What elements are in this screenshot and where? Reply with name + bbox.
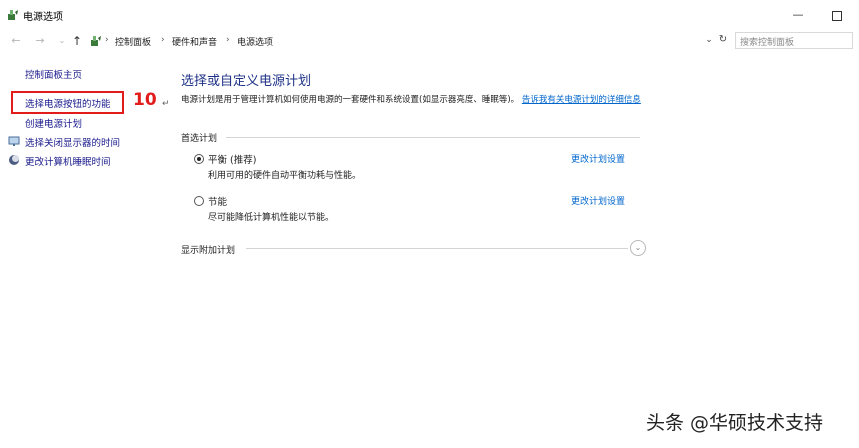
- refresh-button[interactable]: ↻: [717, 33, 729, 47]
- section-divider: [226, 137, 640, 138]
- power-saver-plan-description: 尽可能降低计算机性能以节能。: [208, 213, 335, 223]
- expand-chevron-icon[interactable]: ⌄: [630, 240, 646, 256]
- page-title: 选择或自定义电源计划: [181, 74, 312, 89]
- control-panel-home-link[interactable]: 控制面板主页: [25, 67, 82, 81]
- breadcrumb-separator: ›: [226, 35, 230, 45]
- section-divider: [246, 248, 628, 249]
- balanced-plan-description: 利用可用的硬件自动平衡功耗与性能。: [208, 171, 362, 181]
- power-saver-plan-name[interactable]: 节能: [208, 194, 227, 208]
- breadcrumb-separator: ›: [105, 35, 109, 45]
- up-button[interactable]: ↑: [70, 33, 84, 49]
- maximize-button[interactable]: [826, 5, 846, 25]
- address-dropdown-button[interactable]: ⌄: [703, 33, 715, 47]
- back-button[interactable]: ←: [9, 33, 23, 49]
- balanced-change-settings-link[interactable]: 更改计划设置: [571, 152, 625, 165]
- title-bar: 电源选项 —: [0, 0, 859, 30]
- change-sleep-time-link[interactable]: 更改计算机睡眠时间: [25, 154, 111, 168]
- control-panel-icon: [91, 36, 101, 46]
- minimize-button[interactable]: —: [788, 5, 808, 25]
- forward-button[interactable]: →: [33, 33, 47, 49]
- power-saver-plan-radio[interactable]: [194, 196, 204, 206]
- preferred-plans-label: 首选计划: [181, 134, 218, 144]
- navigation-bar: ← → ⌄ ↑ › 控制面板 › 硬件和声音 › 电源选项: [0, 30, 859, 52]
- show-additional-plans-label[interactable]: 显示附加计划: [181, 243, 235, 256]
- breadcrumb-hardware-sound[interactable]: 硬件和声音: [172, 35, 217, 48]
- choose-power-button-link[interactable]: 选择电源按钮的功能: [25, 96, 111, 110]
- address-bar[interactable]: › 控制面板 › 硬件和声音 › 电源选项: [87, 32, 715, 50]
- breadcrumb-power-options[interactable]: 电源选项: [237, 35, 273, 48]
- monitor-icon: [8, 136, 20, 146]
- learn-more-link[interactable]: 告诉我有关电源计划的详细信息: [522, 95, 641, 105]
- search-placeholder: 搜索控制面板: [740, 38, 795, 48]
- search-input[interactable]: 搜索控制面板: [735, 32, 853, 49]
- breadcrumb-separator: ›: [161, 35, 165, 45]
- watermark-text: 头条 @华硕技术支持: [646, 412, 824, 434]
- step-number-annotation: 10: [133, 90, 157, 110]
- power-options-icon: [8, 10, 18, 20]
- balanced-plan-radio[interactable]: [194, 154, 204, 164]
- choose-display-off-time-link[interactable]: 选择关闭显示器的时间: [25, 135, 120, 149]
- moon-icon: [9, 155, 19, 165]
- power-saver-change-settings-link[interactable]: 更改计划设置: [571, 194, 625, 207]
- plan-description: 电源计划是用于管理计算机如何使用电源的一套硬件和系统设置(如显示器亮度、睡眠等)…: [181, 94, 641, 106]
- breadcrumb-control-panel[interactable]: 控制面板: [115, 35, 151, 48]
- recent-locations-button[interactable]: ⌄: [55, 33, 69, 49]
- create-power-plan-link[interactable]: 创建电源计划: [25, 116, 82, 130]
- window-title: 电源选项: [23, 12, 63, 23]
- description-text: 电源计划是用于管理计算机如何使用电源的一套硬件和系统设置(如显示器亮度、睡眠等)…: [181, 95, 520, 105]
- paragraph-mark: ↵: [162, 99, 170, 109]
- balanced-plan-name[interactable]: 平衡 (推荐): [208, 152, 256, 166]
